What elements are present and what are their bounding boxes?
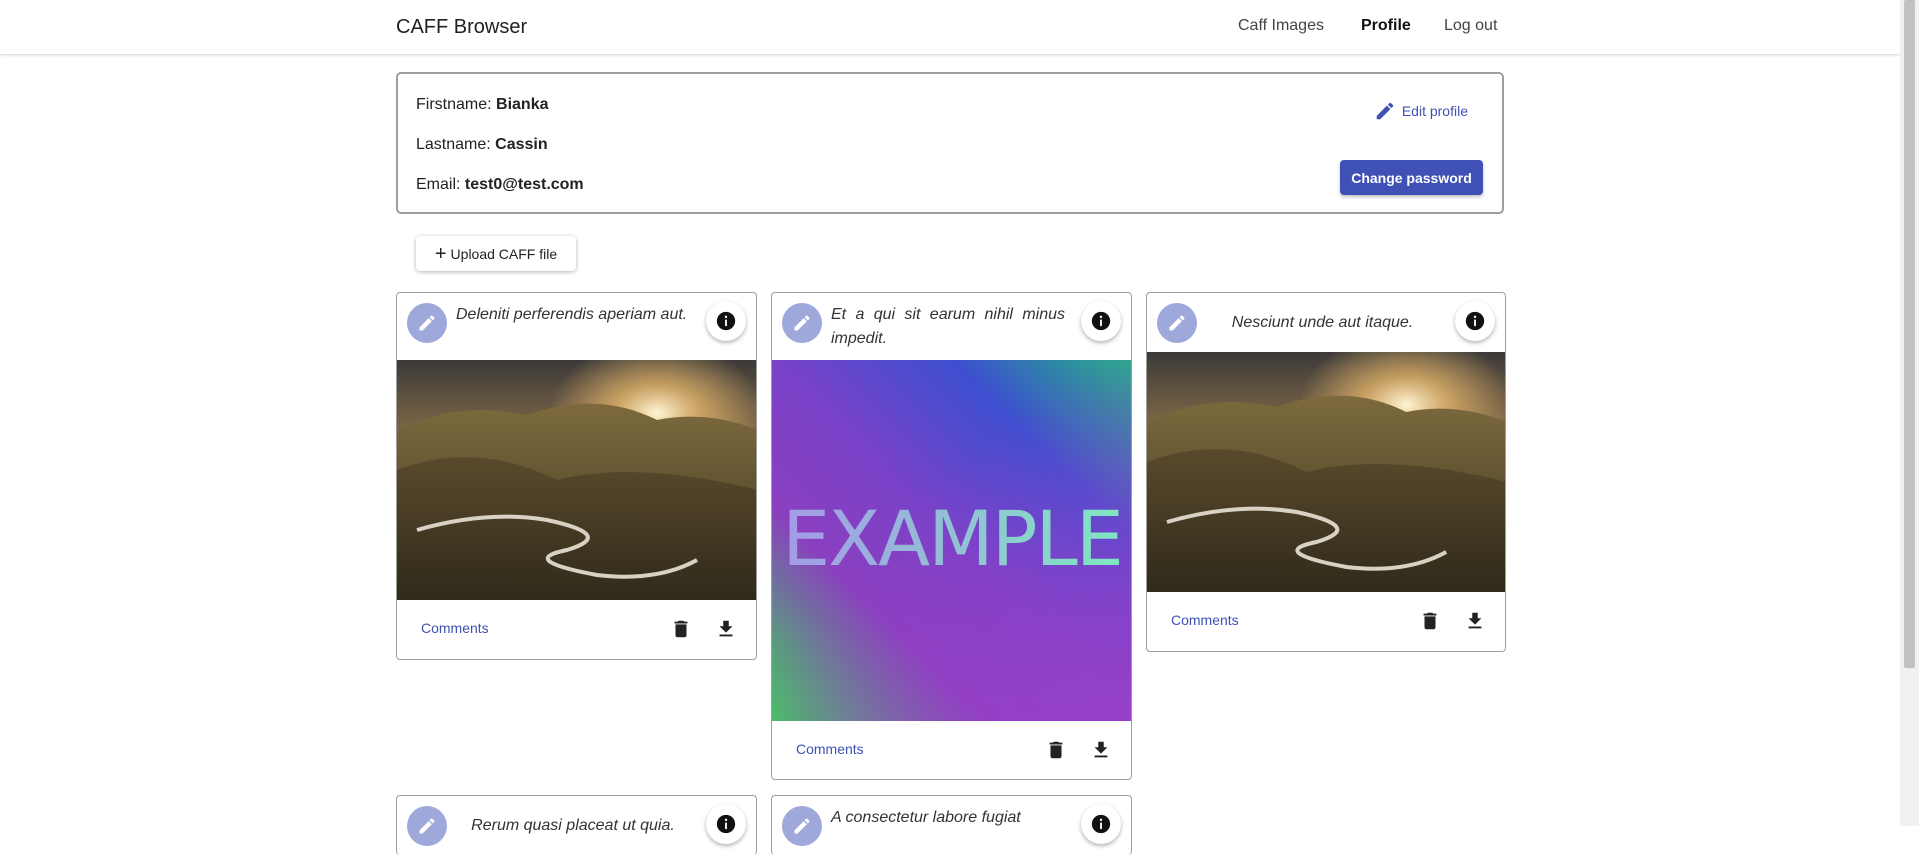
download-icon[interactable] xyxy=(1090,739,1112,761)
pencil-icon xyxy=(1376,102,1394,120)
email-value: test0@test.com xyxy=(464,176,584,193)
caff-image[interactable] xyxy=(397,360,756,600)
email-label: Email: xyxy=(416,176,461,193)
app-brand[interactable]: CAFF Browser xyxy=(396,16,527,39)
info-button[interactable] xyxy=(1081,301,1121,341)
edit-caption-button[interactable] xyxy=(1157,303,1197,343)
info-icon xyxy=(716,311,736,331)
card-caption: Deleniti perferendis aperiam aut. xyxy=(456,306,688,323)
edit-caption-button[interactable] xyxy=(407,806,447,846)
edit-caption-button[interactable] xyxy=(407,303,447,343)
info-icon xyxy=(1465,311,1485,331)
info-icon xyxy=(716,814,736,834)
landscape-image xyxy=(397,360,756,600)
pencil-icon xyxy=(794,315,810,331)
nav-log-out[interactable]: Log out xyxy=(1444,17,1497,35)
page-scrollbar-thumb[interactable] xyxy=(1904,0,1915,668)
info-button[interactable] xyxy=(706,301,746,341)
info-button[interactable] xyxy=(1455,301,1495,341)
example-image: EXAMPLE xyxy=(772,360,1131,721)
upload-label: Upload CAFF file xyxy=(450,245,558,262)
info-icon xyxy=(1091,311,1111,331)
firstname-value: Bianka xyxy=(496,96,549,113)
email-row: Email: test0@test.com xyxy=(416,176,584,194)
upload-caff-button[interactable]: + Upload CAFF file xyxy=(416,236,576,271)
card-actions: Comments xyxy=(397,600,756,658)
info-button[interactable] xyxy=(706,804,746,844)
plus-icon: + xyxy=(434,242,447,265)
caff-card: Et a qui sit earum nihil minus impedit. … xyxy=(771,292,1132,780)
caff-card: Rerum quasi placeat ut quia. xyxy=(396,795,757,855)
caff-image[interactable] xyxy=(1147,352,1505,592)
caff-image[interactable]: EXAMPLE xyxy=(772,360,1131,721)
edit-profile-label: Edit profile xyxy=(1401,103,1468,119)
pencil-icon xyxy=(419,818,435,834)
pencil-icon xyxy=(419,315,435,331)
download-icon[interactable] xyxy=(1464,610,1486,632)
info-button[interactable] xyxy=(1081,804,1121,844)
firstname-label: Firstname: xyxy=(416,96,492,113)
info-icon xyxy=(1091,814,1111,834)
caff-card: A consectetur labore fugiat xyxy=(771,795,1132,855)
card-caption: Et a qui sit earum nihil minus impedit. xyxy=(831,306,1065,347)
comments-link[interactable]: Comments xyxy=(796,741,864,757)
pencil-icon xyxy=(794,818,810,834)
comments-link[interactable]: Comments xyxy=(421,620,489,636)
comments-link[interactable]: Comments xyxy=(1171,612,1239,628)
lastname-row: Lastname: Cassin xyxy=(416,136,548,154)
trash-icon[interactable] xyxy=(670,618,692,640)
nav-caff-images[interactable]: Caff Images xyxy=(1238,17,1324,35)
lastname-value: Cassin xyxy=(495,136,548,153)
download-icon[interactable] xyxy=(715,618,737,640)
card-actions: Comments xyxy=(1147,592,1505,650)
card-actions: Comments xyxy=(772,721,1131,779)
edit-caption-button[interactable] xyxy=(782,806,822,846)
edit-caption-button[interactable] xyxy=(782,303,822,343)
nav-profile[interactable]: Profile xyxy=(1361,17,1411,35)
profile-card: Firstname: Bianka Lastname: Cassin Email… xyxy=(396,72,1504,214)
card-caption: Rerum quasi placeat ut quia. xyxy=(471,817,675,834)
edit-profile-button[interactable]: Edit profile xyxy=(1374,98,1468,124)
caff-card: Nesciunt unde aut itaque. Comments xyxy=(1146,292,1506,652)
lastname-label: Lastname: xyxy=(416,136,491,153)
caff-card: Deleniti perferendis aperiam aut. Commen… xyxy=(396,292,757,660)
top-app-bar: CAFF Browser Caff Images Profile Log out xyxy=(0,0,1900,54)
pencil-icon xyxy=(1169,315,1185,331)
firstname-row: Firstname: Bianka xyxy=(416,96,549,114)
trash-icon[interactable] xyxy=(1045,739,1067,761)
landscape-image xyxy=(1147,352,1505,592)
change-password-button[interactable]: Change password xyxy=(1340,160,1483,195)
example-text: EXAMPLE xyxy=(782,494,1122,583)
card-caption: A consectetur labore fugiat xyxy=(831,809,1021,826)
trash-icon[interactable] xyxy=(1419,610,1441,632)
card-caption: Nesciunt unde aut itaque. xyxy=(1231,314,1414,331)
